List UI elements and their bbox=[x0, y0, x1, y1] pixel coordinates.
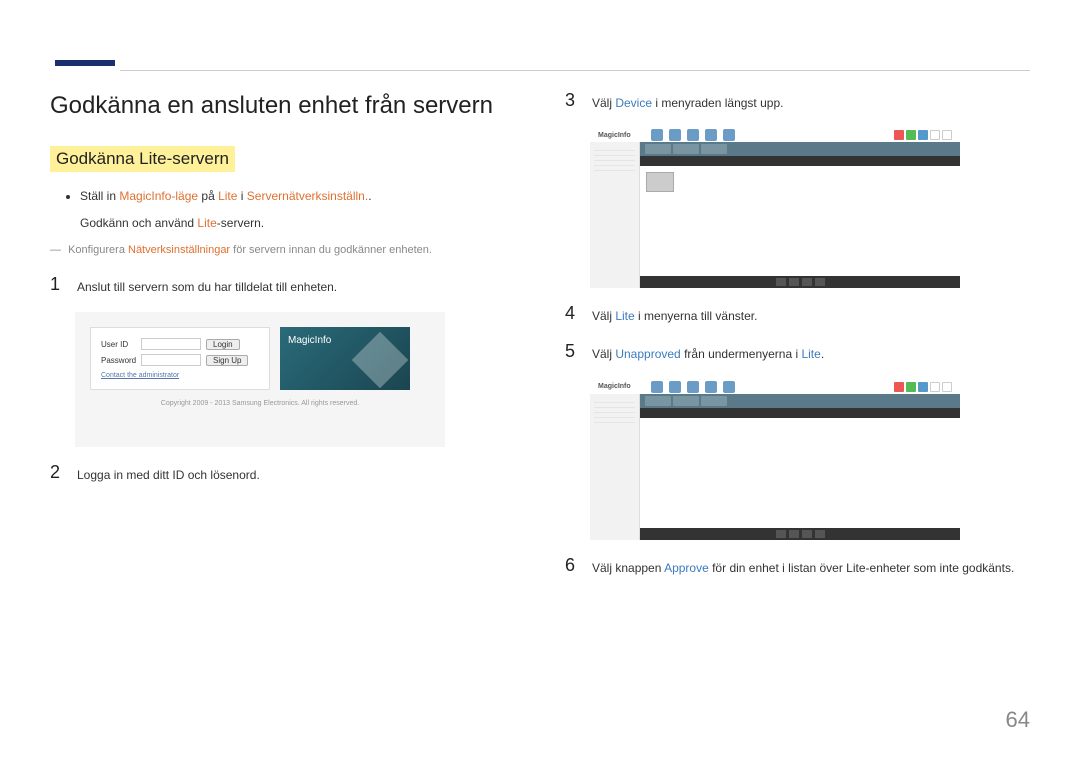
ss-brand-2: MagicInfo bbox=[598, 383, 631, 390]
password-label: Password bbox=[101, 356, 136, 365]
login-form: User ID Login Password Sign Up Contact t… bbox=[90, 327, 270, 390]
config-note: Konfigurera Nätverksinställningar för se… bbox=[50, 242, 515, 260]
step-num-3: 3 bbox=[565, 90, 577, 113]
step-text-3: Välj Device i menyraden längst upp. bbox=[592, 90, 783, 113]
intro-bullet-1: Ställ in MagicInfo-läge på Lite i Server… bbox=[80, 187, 515, 206]
ss-nav-icon bbox=[651, 129, 663, 141]
password-input bbox=[141, 354, 201, 366]
ss-nav-icon bbox=[723, 381, 735, 393]
step-6: 6 Välj knappen Approve för din enhet i l… bbox=[565, 555, 1030, 578]
magicinfo-brand: MagicInfo bbox=[288, 335, 331, 346]
accent-bar bbox=[55, 60, 115, 66]
server-net-term: Servernätverksinställn. bbox=[247, 189, 368, 203]
top-border bbox=[120, 70, 1030, 71]
status-icon bbox=[918, 130, 928, 140]
step-num-1: 1 bbox=[50, 274, 62, 297]
ss-brand: MagicInfo bbox=[598, 132, 631, 139]
device-thumb bbox=[646, 172, 674, 192]
ss-nav-icon bbox=[669, 381, 681, 393]
ss-sidebar bbox=[590, 142, 640, 288]
left-column: Godkänna en ansluten enhet från servern … bbox=[50, 90, 515, 593]
lite-link-term: Lite bbox=[615, 309, 634, 323]
ss-nav-icon bbox=[723, 129, 735, 141]
login-button: Login bbox=[206, 339, 240, 350]
userid-label: User ID bbox=[101, 340, 136, 349]
status-icon bbox=[894, 382, 904, 392]
signup-button: Sign Up bbox=[206, 355, 248, 366]
step-text-6: Välj knappen Approve för din enhet i lis… bbox=[592, 555, 1014, 578]
step-num-4: 4 bbox=[565, 303, 577, 326]
ss-nav-icon bbox=[687, 381, 699, 393]
magicinfo-mode-term: MagicInfo-läge bbox=[119, 189, 198, 203]
step-num-6: 6 bbox=[565, 555, 577, 578]
ss-nav-icon bbox=[651, 381, 663, 393]
lite-term: Lite bbox=[218, 189, 237, 203]
status-icon bbox=[942, 130, 952, 140]
status-icon bbox=[918, 382, 928, 392]
status-icon bbox=[906, 382, 916, 392]
approve-term: Approve bbox=[664, 561, 709, 575]
heading-sub: Godkänna Lite-servern bbox=[50, 146, 235, 172]
status-icon bbox=[894, 130, 904, 140]
ss-sidebar-2 bbox=[590, 394, 640, 540]
content-columns: Godkänna en ansluten enhet från servern … bbox=[50, 90, 1030, 593]
step-1: 1 Anslut till servern som du har tilldel… bbox=[50, 274, 515, 297]
page-number: 64 bbox=[1006, 707, 1030, 733]
ss-main bbox=[640, 142, 960, 288]
status-icon bbox=[942, 382, 952, 392]
step-text-4: Välj Lite i menyerna till vänster. bbox=[592, 303, 757, 326]
step-5: 5 Välj Unapproved från undermenyerna i L… bbox=[565, 341, 1030, 364]
lite-link-term-2: Lite bbox=[801, 347, 820, 361]
status-icon bbox=[930, 382, 940, 392]
login-copyright: Copyright 2009 - 2013 Samsung Electronic… bbox=[90, 400, 430, 407]
step-4: 4 Välj Lite i menyerna till vänster. bbox=[565, 303, 1030, 326]
step-text-5: Välj Unapproved från undermenyerna i Lit… bbox=[592, 341, 824, 364]
right-column: 3 Välj Device i menyraden längst upp. Ma… bbox=[565, 90, 1030, 593]
userid-input bbox=[141, 338, 201, 350]
ss-nav-icon bbox=[705, 381, 717, 393]
ss-main-2 bbox=[640, 394, 960, 540]
contact-admin-link: Contact the administrator bbox=[101, 372, 259, 379]
status-icon bbox=[906, 130, 916, 140]
intro-bullet-2: Godkänn och använd Lite-servern. bbox=[50, 214, 515, 233]
status-icon bbox=[930, 130, 940, 140]
device-term: Device bbox=[615, 96, 652, 110]
intro-bullets: Ställ in MagicInfo-läge på Lite i Server… bbox=[50, 187, 515, 206]
ss-nav-icon bbox=[669, 129, 681, 141]
network-settings-term: Nätverksinställningar bbox=[128, 244, 230, 256]
login-screenshot: User ID Login Password Sign Up Contact t… bbox=[75, 312, 445, 447]
heading-main: Godkänna en ansluten enhet från servern bbox=[50, 90, 515, 121]
login-side-panel: MagicInfo bbox=[280, 327, 410, 390]
diamond-icon bbox=[352, 332, 409, 389]
lite-term-2: Lite bbox=[197, 216, 216, 230]
step-text-1: Anslut till servern som du har tilldelat… bbox=[77, 274, 337, 297]
step-text-2: Logga in med ditt ID och lösenord. bbox=[77, 462, 260, 485]
step-num-2: 2 bbox=[50, 462, 62, 485]
step-2: 2 Logga in med ditt ID och lösenord. bbox=[50, 462, 515, 485]
ss-nav-icon bbox=[687, 129, 699, 141]
step-num-5: 5 bbox=[565, 341, 577, 364]
ss-nav-icon bbox=[705, 129, 717, 141]
step-3: 3 Välj Device i menyraden längst upp. bbox=[565, 90, 1030, 113]
unapproved-term: Unapproved bbox=[615, 347, 680, 361]
device-screenshot: MagicInfo bbox=[590, 128, 960, 288]
unapproved-screenshot: MagicInfo bbox=[590, 380, 960, 540]
